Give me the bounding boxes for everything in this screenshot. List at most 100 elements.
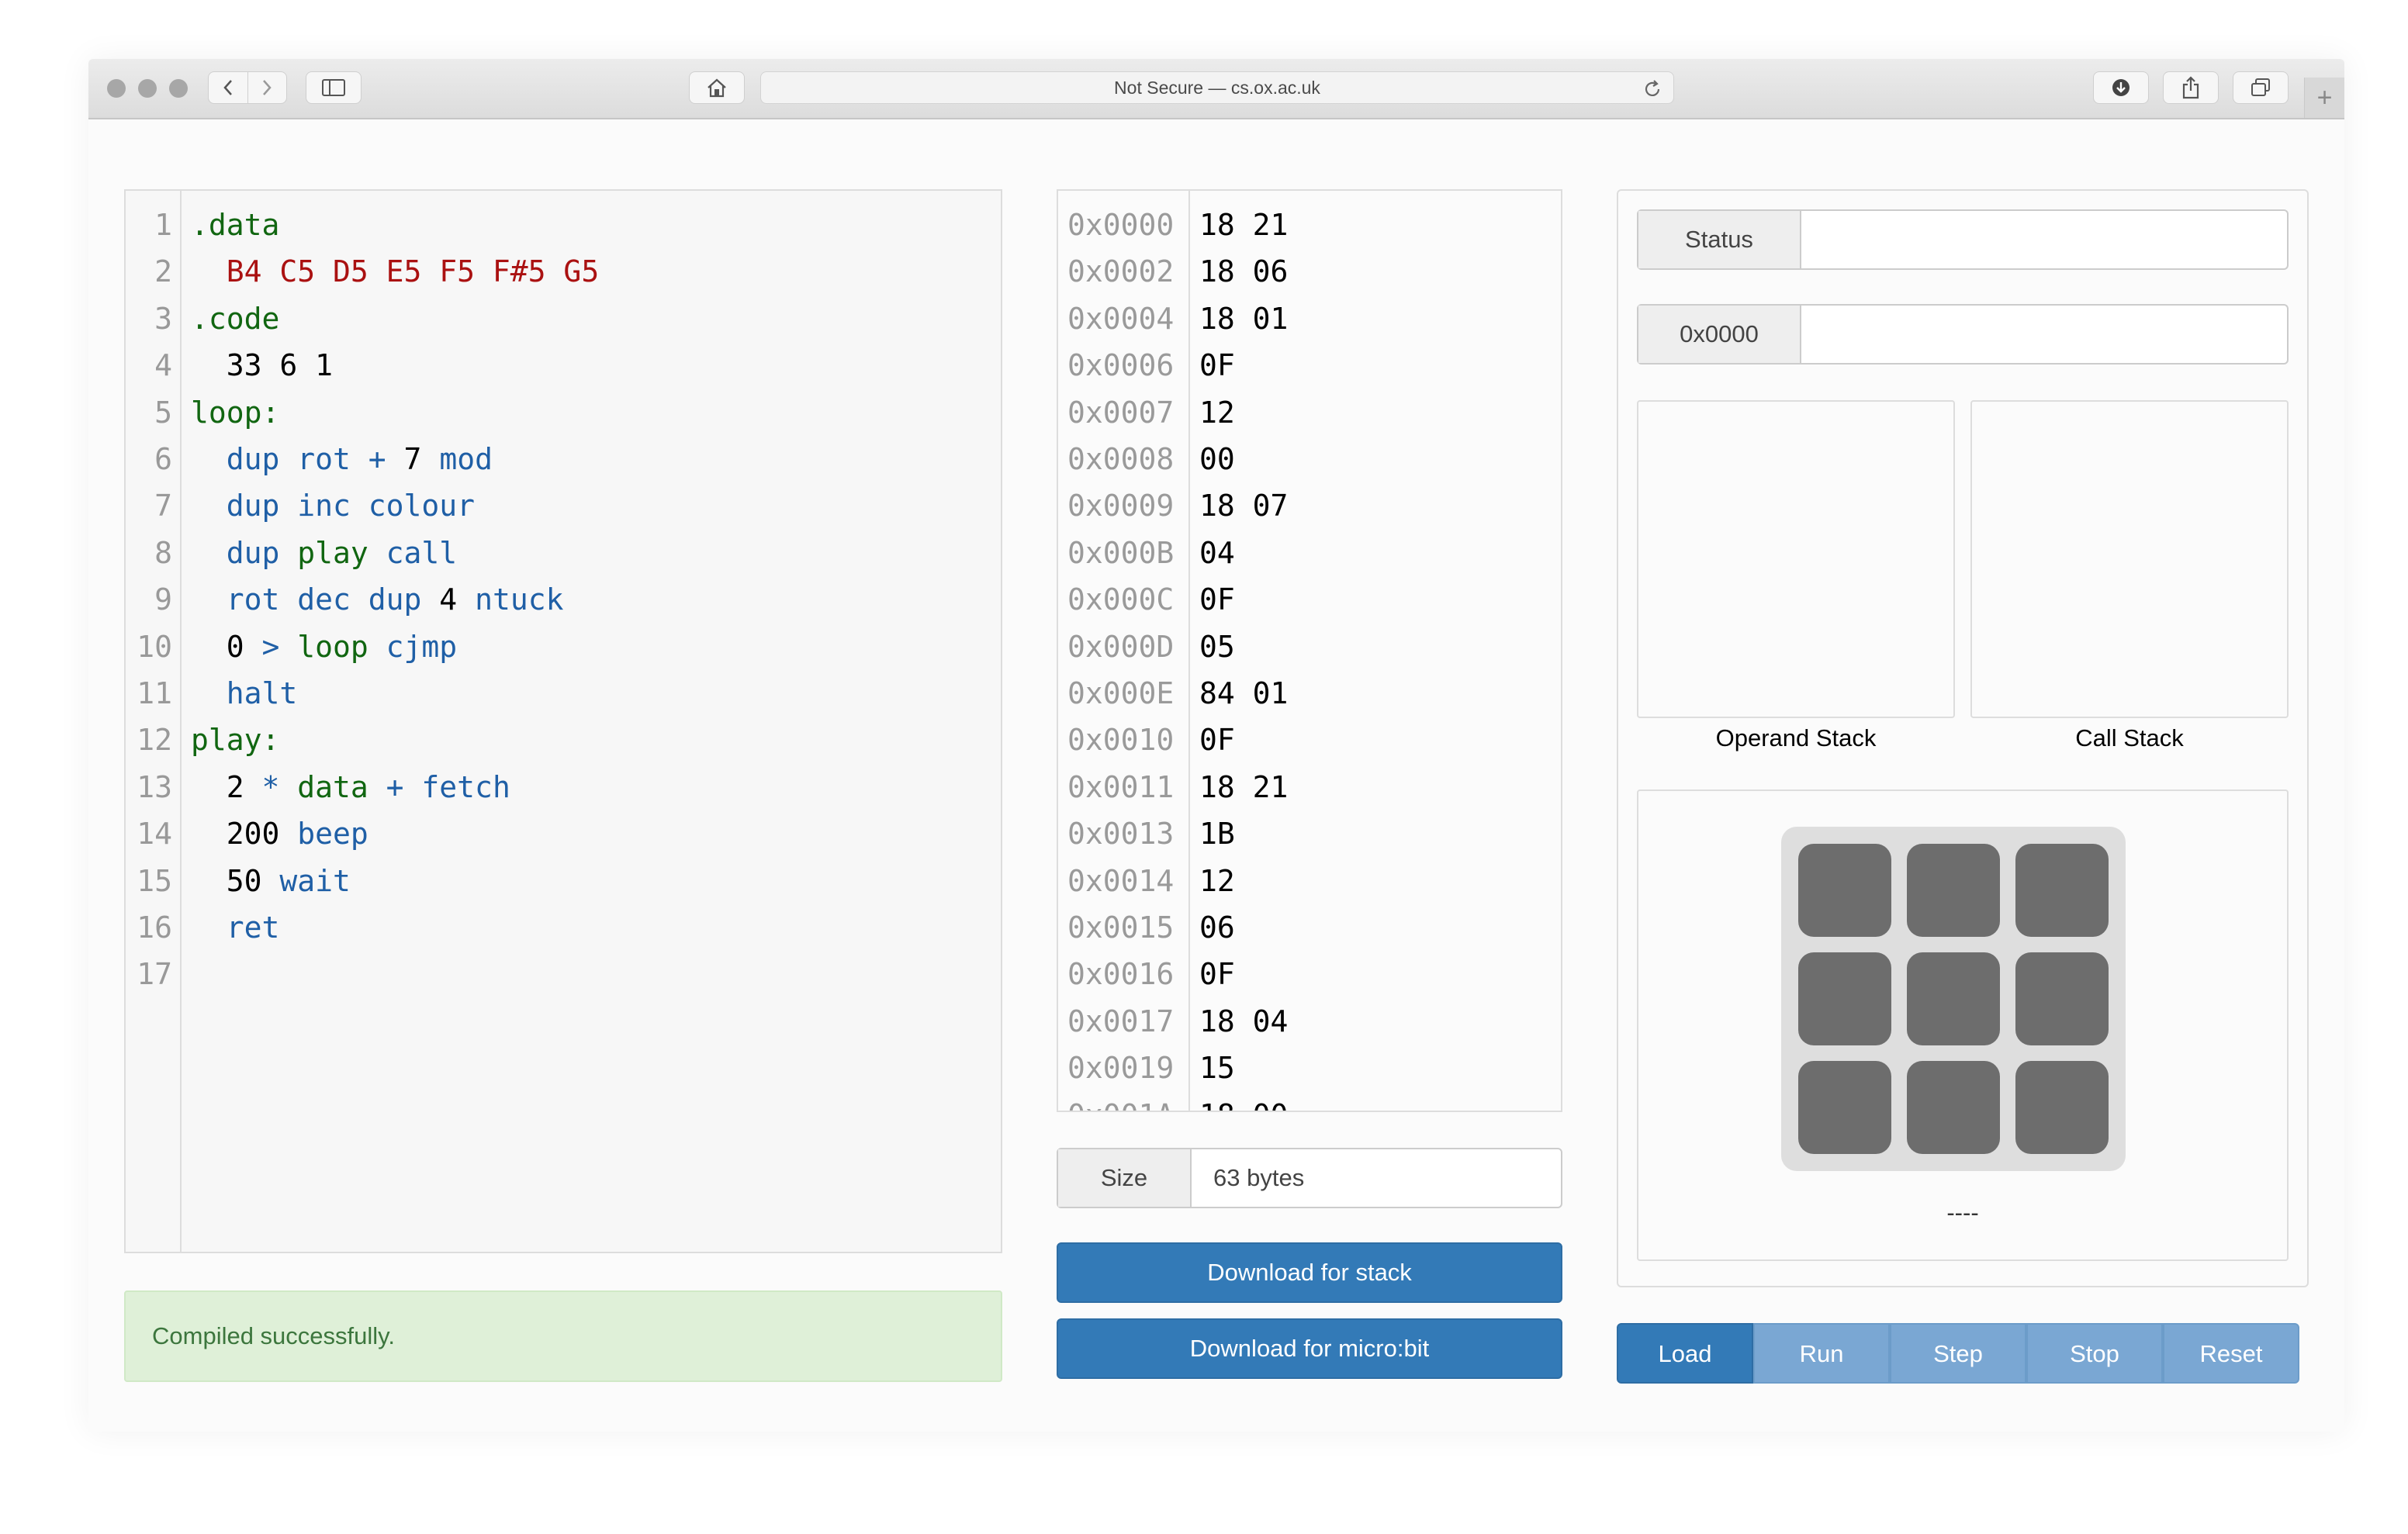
code-token: ret xyxy=(191,910,280,945)
code-token: call xyxy=(386,535,458,570)
code-text: dup play call xyxy=(191,530,457,576)
size-label: Size xyxy=(1058,1149,1192,1207)
led-cell xyxy=(2015,844,2109,937)
hex-bytes: 18 04 xyxy=(1199,1004,1289,1038)
code-token: 4 xyxy=(439,582,476,617)
code-text: .data xyxy=(191,202,279,248)
hex-bytes: 00 xyxy=(1199,442,1235,476)
hex-bytes: 0F xyxy=(1199,723,1235,758)
led-cell xyxy=(1798,844,1891,937)
code-text: .code xyxy=(191,295,279,342)
line-number: 10 xyxy=(137,629,172,664)
minimize-window-button[interactable] xyxy=(138,79,157,98)
hex-dump-panel[interactable]: 0x0000 18 21 0x0002 18 06 0x0004 18 01 0x0006 0… xyxy=(1057,189,1562,1112)
hex-bytes: 0F xyxy=(1199,348,1235,383)
tabs-icon[interactable] xyxy=(2233,71,2289,104)
home-icon[interactable] xyxy=(689,71,745,104)
hex-address: 0x0019 xyxy=(1067,1051,1175,1086)
code-editor[interactable]: 1 .data 2 B4 C5 D5 E5 F5 F#5 G5 3 .code 4 33 … xyxy=(124,189,1002,1253)
led-cell xyxy=(1798,952,1891,1045)
status-input-group: Status xyxy=(1637,209,2289,270)
code-token: rot dec dup xyxy=(191,582,440,617)
hex-bytes: 84 01 xyxy=(1199,676,1289,710)
close-window-button[interactable] xyxy=(107,79,126,98)
code-text: dup rot + 7 mod xyxy=(191,436,493,482)
step-button[interactable]: Step xyxy=(1890,1323,2026,1384)
hex-address: 0x0002 xyxy=(1067,254,1175,289)
line-number: 2 xyxy=(154,254,172,289)
line-number: 8 xyxy=(154,535,172,570)
hex-address: 0x0009 xyxy=(1067,489,1175,523)
hex-address: 0x0008 xyxy=(1067,442,1175,476)
download-microbit-button[interactable]: Download for micro:bit xyxy=(1057,1318,1562,1379)
download-icon[interactable] xyxy=(2093,71,2149,104)
hex-address: 0x0013 xyxy=(1067,817,1175,852)
hex-address: 0x000D xyxy=(1067,629,1175,664)
led-cell xyxy=(1798,1061,1891,1154)
hex-bytes: 18 00 xyxy=(1199,1092,1288,1111)
code-token: B4 C5 D5 E5 F5 F#5 G5 xyxy=(191,254,600,289)
code-text: rot dec dup 4 ntuck xyxy=(191,576,564,623)
reset-button[interactable]: Reset xyxy=(2163,1323,2299,1384)
led-grid xyxy=(1781,827,2126,1171)
line-number: 17 xyxy=(137,957,172,992)
code-text: B4 C5 D5 E5 F5 F#5 G5 xyxy=(191,248,599,295)
hex-bytes: 1B xyxy=(1199,817,1235,852)
code-token: ntuck xyxy=(475,582,564,617)
line-number: 12 xyxy=(137,723,172,758)
line-number: 3 xyxy=(154,301,172,336)
code-text: loop: xyxy=(191,389,279,436)
code-text: play: xyxy=(191,717,279,763)
hex-bytes: 18 21 xyxy=(1199,769,1289,804)
code-token: 33 6 1 xyxy=(191,348,334,383)
size-input-group: Size 63 bytes xyxy=(1057,1148,1562,1208)
run-button[interactable]: Run xyxy=(1753,1323,1890,1384)
hex-bytes: 18 21 xyxy=(1199,208,1289,242)
hex-address: 0x000B xyxy=(1067,535,1175,570)
line-number: 9 xyxy=(154,582,172,617)
operand-stack-label: Operand Stack xyxy=(1715,724,1877,751)
hex-divider xyxy=(1188,191,1190,1111)
led-cell xyxy=(2015,952,2109,1045)
load-button[interactable]: Load xyxy=(1617,1323,1753,1384)
code-token: cjmp xyxy=(386,629,458,664)
code-token: 0 xyxy=(191,629,262,664)
hex-address: 0x0010 xyxy=(1067,723,1175,758)
compile-status-text: Compiled successfully. xyxy=(152,1322,395,1349)
sidebar-icon[interactable] xyxy=(306,71,362,104)
back-icon[interactable] xyxy=(209,72,248,103)
back-forward-group xyxy=(208,71,287,104)
code-text: 50 wait xyxy=(191,858,351,904)
line-number: 1 xyxy=(154,208,172,242)
hex-bytes: 12 xyxy=(1199,863,1235,898)
stop-button[interactable]: Stop xyxy=(2026,1323,2163,1384)
line-number: 7 xyxy=(154,489,172,523)
share-icon[interactable] xyxy=(2163,71,2219,104)
code-token: mod xyxy=(439,442,493,476)
hex-address: 0x0004 xyxy=(1067,301,1175,336)
zoom-window-button[interactable] xyxy=(169,79,188,98)
forward-icon[interactable] xyxy=(248,72,287,103)
code-token: loop: xyxy=(191,395,280,430)
hex-address: 0x0011 xyxy=(1067,769,1175,804)
display-text: ---- xyxy=(1946,1199,1979,1226)
hex-bytes: 05 xyxy=(1199,629,1235,664)
hex-bytes: 15 xyxy=(1199,1051,1235,1086)
address-bar[interactable]: Not Secure — cs.ox.ac.uk xyxy=(760,71,1674,104)
plus-icon[interactable]: + xyxy=(2304,78,2344,118)
download-stack-button[interactable]: Download for stack xyxy=(1057,1242,1562,1303)
reload-icon[interactable] xyxy=(1642,78,1662,109)
code-token: .code xyxy=(191,301,280,336)
code-token: play: xyxy=(191,723,280,758)
pc-input-group: 0x0000 xyxy=(1637,304,2289,364)
led-cell xyxy=(2015,1061,2109,1154)
hex-address: 0x0007 xyxy=(1067,395,1175,430)
led-cell xyxy=(1907,844,2000,937)
led-cell xyxy=(1907,952,2000,1045)
code-token: beep xyxy=(297,817,368,852)
hex-bytes: 0F xyxy=(1199,957,1235,992)
code-token: * xyxy=(261,769,298,804)
code-token: wait xyxy=(279,863,351,898)
call-stack-box xyxy=(1970,400,2289,718)
code-token: .data xyxy=(191,208,280,242)
